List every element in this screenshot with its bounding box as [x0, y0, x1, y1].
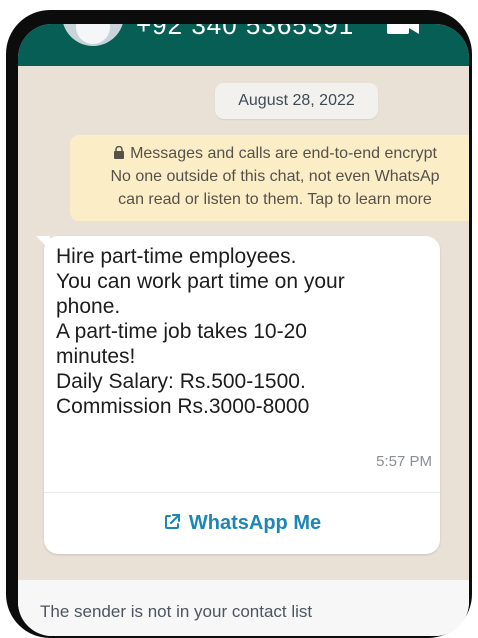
message-bubble[interactable]: Hire part-time employees. You can work p… — [36, 236, 440, 554]
lock-icon — [114, 146, 125, 159]
encryption-text-line1: Messages and calls are end-to-end encryp… — [130, 145, 437, 162]
chat-screen: +92 340 5365391 August 28, 2022 Messages… — [18, 24, 469, 636]
encryption-line-1: Messages and calls are end-to-end encryp… — [70, 145, 469, 163]
contact-avatar[interactable] — [62, 24, 124, 46]
encryption-line-2: No one outside of this chat, not even Wh… — [110, 168, 440, 185]
bubble-tail — [36, 236, 50, 250]
phone-frame: +92 340 5365391 August 28, 2022 Messages… — [6, 10, 472, 638]
encryption-line-3: can read or listen to them. Tap to learn… — [118, 191, 432, 208]
date-chip: August 28, 2022 — [215, 83, 378, 119]
encryption-notice[interactable]: Messages and calls are end-to-end encryp… — [70, 135, 469, 221]
message-time: 5:57 PM — [376, 453, 432, 470]
chat-header: +92 340 5365391 — [18, 24, 469, 66]
whatsapp-me-label: WhatsApp Me — [188, 512, 322, 534]
whatsapp-me-button[interactable]: WhatsApp Me — [44, 493, 440, 554]
message-text: Hire part-time employees. You can work p… — [56, 245, 345, 418]
unknown-sender-notice: The sender is not in your contact list — [40, 602, 313, 621]
external-link-icon — [164, 514, 180, 529]
video-icon[interactable] — [386, 24, 420, 38]
contact-number[interactable]: +92 340 5365391 — [136, 24, 354, 41]
